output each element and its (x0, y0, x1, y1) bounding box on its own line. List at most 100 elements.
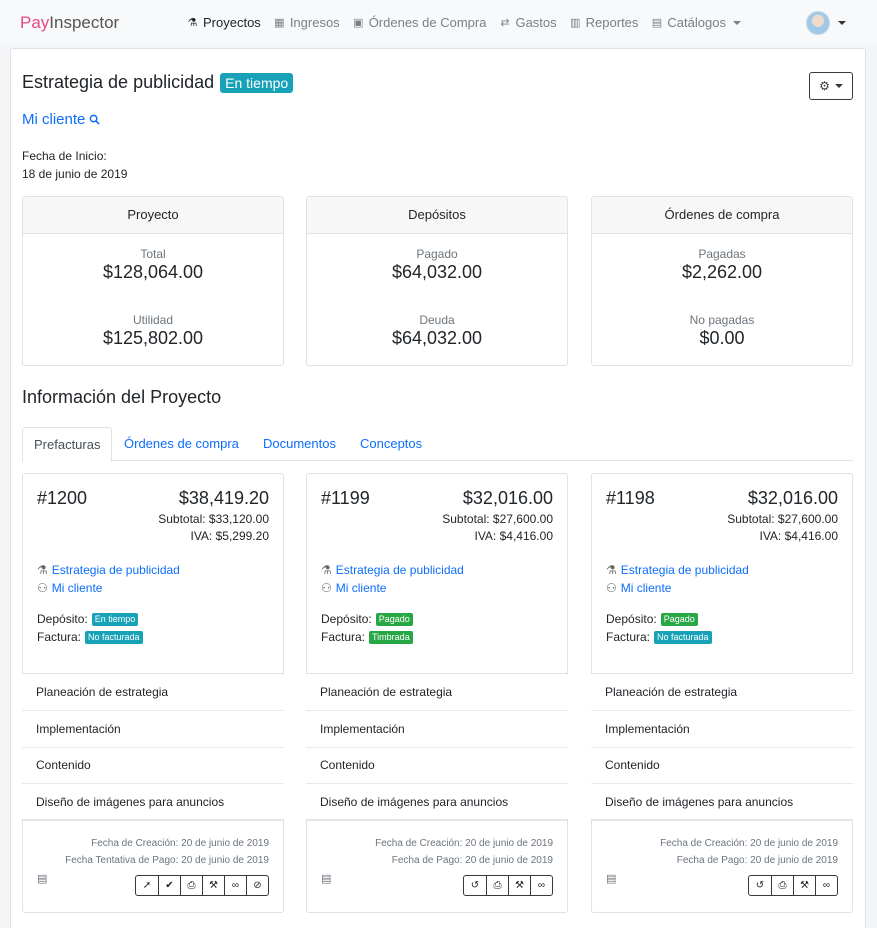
client-name: Mi cliente (22, 111, 86, 128)
nav-item-proyectos[interactable]: ⚗ Proyectos (186, 15, 261, 30)
nav-item-reportes[interactable]: ▥ Reportes (569, 15, 639, 30)
calendar-icon: ▤ (37, 873, 48, 885)
action-button-group: ↺ ⎙ ⚒ ∞ (463, 875, 553, 896)
summary-card-depositos: Depósitos Pagado $64,032.00 Deuda $64,03… (306, 196, 568, 366)
client-link[interactable]: Mi cliente (22, 111, 101, 128)
link-icon: ∞ (537, 880, 546, 891)
invoice-label: Factura: (606, 630, 651, 644)
flask-icon: ⚗ (321, 563, 332, 577)
link-icon: ∞ (822, 880, 831, 891)
nav-item-ingresos[interactable]: ▦ Ingresos (273, 15, 340, 30)
invoice-status: Factura: Timbrada (321, 630, 413, 644)
gavel-button[interactable]: ⚒ (202, 876, 224, 895)
invoice-summary: #1200 $38,419.20 Subtotal: $33,120.00 IVA: … (22, 473, 284, 674)
client-link[interactable]: ⚇ Mi cliente (37, 581, 102, 595)
project-link-label: Estrategia de publicidad (620, 563, 749, 577)
invoice-iva: IVA: $5,299.20 (190, 529, 269, 543)
navbar: PayInspector ⚗ Proyectos ▦ Ingresos ▣ Ór… (0, 0, 877, 45)
invoice-card: #1200 $38,419.20 Subtotal: $33,120.00 IVA: … (22, 473, 284, 913)
brand-part-1: Pay (20, 13, 50, 32)
link-button[interactable]: ∞ (815, 876, 837, 895)
chevron-down-icon (834, 84, 843, 88)
summary-value: $2,262.00 (681, 262, 763, 282)
invoice-summary: #1199 $32,016.00 Subtotal: $27,600.00 IVA: … (306, 473, 568, 674)
creation-date: Fecha de Creación: 20 de junio de 2019 (91, 838, 269, 849)
summary-card-header: Órdenes de compra (592, 197, 852, 234)
project-link[interactable]: ⚗ Estrategia de publicidad (37, 563, 180, 577)
invoice-card: #1198 $32,016.00 Subtotal: $27,600.00 IVA: … (591, 473, 853, 913)
summary-card-proyecto: Proyecto Total $128,064.00 Utilidad $125… (22, 196, 284, 366)
gavel-icon: ⚒ (209, 880, 218, 891)
project-link[interactable]: ⚗ Estrategia de publicidad (321, 563, 464, 577)
project-link[interactable]: ⚗ Estrategia de publicidad (606, 563, 749, 577)
gavel-icon: ⚒ (515, 880, 524, 891)
brand-logo[interactable]: PayInspector (20, 13, 119, 33)
print-button[interactable]: ⎙ (486, 876, 508, 895)
invoice-total: $38,419.20 (178, 488, 269, 508)
deposit-status: Depósito: Pagado (321, 612, 413, 626)
client-link[interactable]: ⚇ Mi cliente (321, 581, 386, 595)
nav-item-label: Proyectos (203, 15, 261, 30)
tab-ordenes-de-compra[interactable]: Órdenes de compra (113, 427, 250, 461)
link-button[interactable]: ∞ (224, 876, 246, 895)
invoice-iva: IVA: $4,416.00 (474, 529, 553, 543)
print-icon: ⎙ (493, 880, 502, 891)
avatar[interactable] (806, 11, 830, 35)
link-icon: ∞ (231, 880, 240, 891)
gavel-button[interactable]: ⚒ (508, 876, 530, 895)
undo-button[interactable]: ↺ (464, 876, 486, 895)
nav-item-label: Ingresos (289, 15, 340, 30)
nav-item-label: Órdenes de Compra (368, 15, 487, 30)
nav-item-ordenes-de-compra[interactable]: ▣ Órdenes de Compra (352, 15, 487, 30)
nav-item-gastos[interactable]: ⇄ Gastos (498, 15, 556, 30)
deposit-label: Depósito: (321, 612, 372, 626)
print-button[interactable]: ⎙ (771, 876, 793, 895)
invoice-subtotal: Subtotal: $27,600.00 (442, 512, 553, 526)
ban-button[interactable]: ⊘ (246, 876, 268, 895)
tab-conceptos[interactable]: Conceptos (349, 427, 433, 461)
summary-card-header: Depósitos (307, 197, 567, 234)
invoice-status: Factura: No facturada (37, 630, 143, 644)
nav-item-catalogos[interactable]: ▤ Catálogos (650, 15, 741, 30)
flask-icon: ⚗ (606, 563, 617, 577)
summary-value: $125,802.00 (102, 328, 204, 348)
calendar-icon: ▤ (606, 873, 617, 885)
print-button[interactable]: ⎙ (180, 876, 202, 895)
deposit-badge: Pagado (375, 612, 413, 626)
client-icon: ⚇ (37, 581, 48, 595)
gavel-button[interactable]: ⚒ (793, 876, 815, 895)
nav-item-label: Reportes (585, 15, 639, 30)
project-card: Estrategia de publicidad En tiempo ⚙ Mi … (10, 48, 866, 928)
invoice-number: #1200 (37, 488, 88, 508)
list-item: Contenido (22, 747, 284, 784)
settings-dropdown-button[interactable]: ⚙ (809, 72, 853, 100)
tab-documentos[interactable]: Documentos (252, 427, 347, 461)
undo-icon: ↺ (755, 880, 765, 891)
client-icon: ⚇ (606, 581, 617, 595)
link-button[interactable]: ∞ (530, 876, 552, 895)
nav-item-label: Gastos (515, 15, 557, 30)
invoice-total: $32,016.00 (462, 488, 553, 508)
summary-label: Deuda (419, 313, 455, 327)
rocket-button[interactable]: ➚ (136, 876, 158, 895)
client-link-label: Mi cliente (620, 581, 672, 595)
deposit-badge: Pagado (660, 612, 698, 626)
brand-part-2: Inspector (49, 13, 120, 32)
gear-icon: ⚙ (819, 79, 830, 93)
bar-chart-icon: ▥ (569, 17, 581, 29)
rocket-icon: ➚ (142, 880, 152, 891)
undo-button[interactable]: ↺ (749, 876, 771, 895)
check-circle-button[interactable]: ✔ (158, 876, 180, 895)
tab-prefacturas[interactable]: Prefacturas (22, 427, 113, 462)
client-link[interactable]: ⚇ Mi cliente (606, 581, 671, 595)
chevron-down-icon[interactable] (838, 21, 846, 25)
project-link-label: Estrategia de publicidad (51, 563, 180, 577)
list-item: Implementación (22, 711, 284, 748)
list-icon: ▤ (651, 17, 663, 29)
invoice-number: #1198 (606, 488, 655, 508)
list-item: Diseño de imágenes para anuncios (22, 784, 284, 821)
briefcase-icon: ▣ (352, 17, 364, 29)
calendar-icon: ▤ (321, 873, 332, 885)
summary-card-header: Proyecto (23, 197, 283, 234)
summary-value: $0.00 (699, 328, 745, 348)
